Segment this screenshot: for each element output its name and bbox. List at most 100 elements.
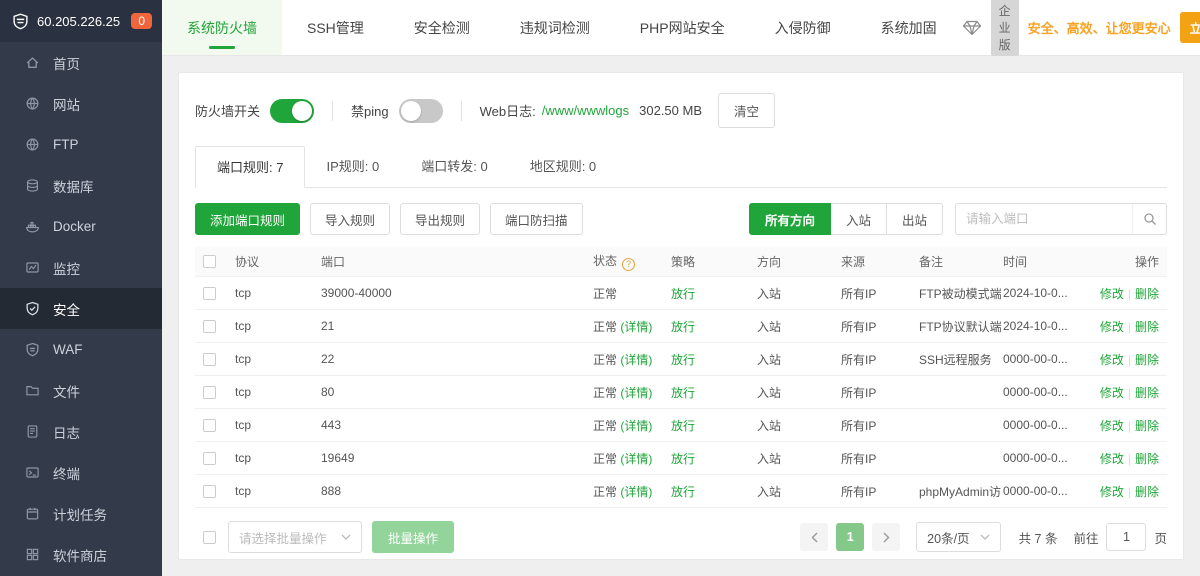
prev-page-button[interactable] bbox=[800, 523, 828, 551]
tab-intrusion-defense[interactable]: 入侵防御 bbox=[750, 0, 856, 55]
cell-actions: 修改|删除 bbox=[1095, 351, 1159, 368]
delete-link[interactable]: 删除 bbox=[1135, 419, 1159, 433]
sidebar-item-label: WAF bbox=[53, 342, 83, 357]
tab-ip-rules[interactable]: IP规则: 0 bbox=[305, 146, 400, 187]
status-detail-link[interactable]: (详情) bbox=[620, 353, 652, 367]
sidebar-item-home[interactable]: 首页 bbox=[0, 42, 162, 83]
row-checkbox[interactable] bbox=[203, 419, 216, 432]
col-direction: 方向 bbox=[757, 253, 841, 270]
cell-time: 2024-10-0... bbox=[1003, 286, 1095, 300]
message-count-badge[interactable]: 0 bbox=[131, 13, 152, 29]
rule-tabs: 端口规则: 7 IP规则: 0 端口转发: 0 地区规则: 0 bbox=[195, 146, 1167, 188]
sidebar-item-label: 网站 bbox=[53, 94, 80, 114]
tab-region-rules[interactable]: 地区规则: 0 bbox=[509, 146, 617, 187]
divider bbox=[461, 101, 462, 121]
sidebar-item-security[interactable]: 安全 bbox=[0, 288, 162, 329]
sidebar-item-database[interactable]: 数据库 bbox=[0, 165, 162, 206]
status-detail-link[interactable]: (详情) bbox=[620, 452, 652, 466]
chevron-down-icon bbox=[341, 534, 351, 540]
next-page-button[interactable] bbox=[872, 523, 900, 551]
tab-banned-words[interactable]: 违规词检测 bbox=[495, 0, 615, 55]
sidebar-item-cron[interactable]: 计划任务 bbox=[0, 493, 162, 534]
bulk-action-button[interactable]: 批量操作 bbox=[372, 521, 454, 553]
cell-time: 0000-00-0... bbox=[1003, 385, 1095, 399]
edit-link[interactable]: 修改 bbox=[1100, 353, 1124, 367]
footer-select-all-checkbox[interactable] bbox=[203, 531, 216, 544]
cell-status: 正常 (详情) bbox=[593, 384, 671, 401]
weblog-size: 302.50 MB bbox=[639, 103, 702, 118]
tab-port-rules[interactable]: 端口规则: 7 bbox=[195, 146, 305, 188]
edit-link[interactable]: 修改 bbox=[1100, 419, 1124, 433]
row-checkbox[interactable] bbox=[203, 320, 216, 333]
sidebar-item-terminal[interactable]: 终端 bbox=[0, 452, 162, 493]
clear-log-button[interactable]: 清空 bbox=[718, 93, 775, 128]
delete-link[interactable]: 删除 bbox=[1135, 353, 1159, 367]
ping-toggle[interactable] bbox=[399, 99, 443, 123]
edit-link[interactable]: 修改 bbox=[1100, 452, 1124, 466]
select-all-checkbox[interactable] bbox=[203, 255, 216, 268]
port-scan-button[interactable]: 端口防扫描 bbox=[490, 203, 583, 235]
cell-actions: 修改|删除 bbox=[1095, 483, 1159, 500]
sidebar-item-docker[interactable]: Docker bbox=[0, 206, 162, 247]
cell-actions: 修改|删除 bbox=[1095, 318, 1159, 335]
shield-check-icon bbox=[25, 301, 41, 317]
goto-page-input[interactable] bbox=[1106, 523, 1146, 551]
status-detail-link[interactable]: (详情) bbox=[620, 485, 652, 499]
row-checkbox[interactable] bbox=[203, 287, 216, 300]
tab-ssh-manage[interactable]: SSH管理 bbox=[282, 0, 389, 55]
page-size-select[interactable]: 20条/页 bbox=[916, 522, 1000, 552]
tab-security-scan[interactable]: 安全检测 bbox=[389, 0, 495, 55]
edit-link[interactable]: 修改 bbox=[1100, 485, 1124, 499]
delete-link[interactable]: 删除 bbox=[1135, 287, 1159, 301]
row-checkbox[interactable] bbox=[203, 452, 216, 465]
cell-direction: 入站 bbox=[757, 417, 841, 434]
baota-logo-icon bbox=[12, 13, 29, 30]
sidebar-item-files[interactable]: 文件 bbox=[0, 370, 162, 411]
direction-in-button[interactable]: 入站 bbox=[830, 203, 887, 235]
sidebar-item-label: 计划任务 bbox=[53, 504, 107, 524]
table-row: tcp 21 正常 (详情) 放行 入站 所有IP FTP协议默认端 2024-… bbox=[195, 310, 1167, 343]
direction-out-button[interactable]: 出站 bbox=[886, 203, 943, 235]
delete-link[interactable]: 删除 bbox=[1135, 386, 1159, 400]
tab-port-forward[interactable]: 端口转发: 0 bbox=[400, 146, 508, 187]
bulk-action-select[interactable]: 请选择批量操作 bbox=[228, 521, 362, 553]
current-page-button[interactable]: 1 bbox=[836, 523, 864, 551]
status-detail-link[interactable]: (详情) bbox=[620, 386, 652, 400]
delete-link[interactable]: 删除 bbox=[1135, 485, 1159, 499]
sidebar-item-appstore[interactable]: 软件商店 bbox=[0, 534, 162, 575]
sidebar-item-logs[interactable]: 日志 bbox=[0, 411, 162, 452]
sidebar-item-ftp[interactable]: FTP bbox=[0, 124, 162, 165]
cell-time: 0000-00-0... bbox=[1003, 451, 1095, 465]
direction-all-button[interactable]: 所有方向 bbox=[749, 203, 831, 235]
row-checkbox[interactable] bbox=[203, 386, 216, 399]
edit-link[interactable]: 修改 bbox=[1100, 386, 1124, 400]
edit-link[interactable]: 修改 bbox=[1100, 287, 1124, 301]
status-detail-link[interactable]: (详情) bbox=[620, 320, 652, 334]
try-now-button[interactable]: 立即体验 bbox=[1180, 12, 1200, 43]
sidebar-item-monitor[interactable]: 监控 bbox=[0, 247, 162, 288]
row-checkbox[interactable] bbox=[203, 485, 216, 498]
cell-status: 正常 (详情) bbox=[593, 483, 671, 500]
row-checkbox[interactable] bbox=[203, 353, 216, 366]
weblog-path-link[interactable]: /www/wwwlogs bbox=[542, 103, 629, 118]
export-rules-button[interactable]: 导出规则 bbox=[400, 203, 480, 235]
firewall-toggle[interactable] bbox=[270, 99, 314, 123]
tab-system-harden[interactable]: 系统加固 bbox=[856, 0, 962, 55]
edition-badge: 企业版 bbox=[991, 0, 1019, 56]
tab-php-site-security[interactable]: PHP网站安全 bbox=[615, 0, 750, 55]
import-rules-button[interactable]: 导入规则 bbox=[310, 203, 390, 235]
tab-system-firewall[interactable]: 系统防火墙 bbox=[162, 0, 282, 55]
delete-link[interactable]: 删除 bbox=[1135, 452, 1159, 466]
status-detail-link[interactable]: (详情) bbox=[620, 419, 652, 433]
port-search-input[interactable] bbox=[956, 212, 1132, 226]
toolbar: 添加端口规则 导入规则 导出规则 端口防扫描 所有方向 入站 出站 bbox=[195, 203, 1167, 235]
sidebar-item-waf[interactable]: WAF bbox=[0, 329, 162, 370]
add-port-rule-button[interactable]: 添加端口规则 bbox=[195, 203, 300, 235]
search-icon[interactable] bbox=[1132, 204, 1166, 234]
edit-link[interactable]: 修改 bbox=[1100, 320, 1124, 334]
delete-link[interactable]: 删除 bbox=[1135, 320, 1159, 334]
cell-port: 39000-40000 bbox=[321, 286, 593, 300]
cell-policy: 放行 bbox=[671, 450, 757, 467]
sidebar-item-website[interactable]: 网站 bbox=[0, 83, 162, 124]
status-help-icon[interactable]: ? bbox=[622, 258, 635, 271]
